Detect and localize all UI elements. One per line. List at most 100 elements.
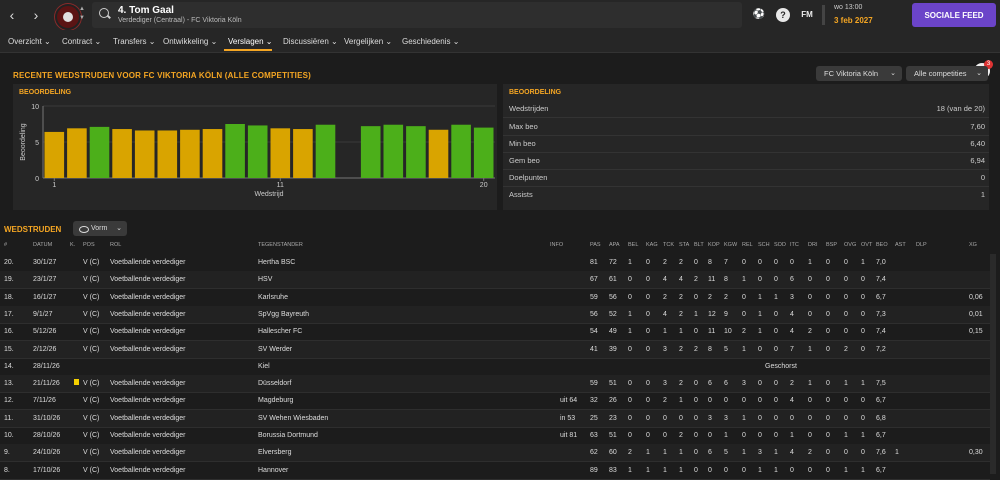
stat-cell: 7 bbox=[724, 259, 728, 266]
column-header-21[interactable]: BSP bbox=[826, 242, 837, 248]
column-header-14[interactable]: KOP bbox=[708, 242, 720, 248]
column-header-11[interactable]: TCK bbox=[663, 242, 674, 248]
stat-cell: 1 bbox=[742, 345, 746, 353]
column-header-16[interactable]: REL bbox=[742, 242, 753, 248]
column-header-13[interactable]: BLT bbox=[694, 242, 704, 248]
column-header-0[interactable]: # bbox=[4, 242, 7, 248]
column-header-18[interactable]: SOD bbox=[774, 242, 786, 248]
column-header-6[interactable]: INFO bbox=[550, 242, 563, 248]
help-icon[interactable]: ? bbox=[776, 8, 790, 22]
table-row[interactable]: 18. 16/1/27 V (C) Voetballende verdediger Ka… bbox=[0, 289, 990, 307]
column-header-8[interactable]: APA bbox=[609, 242, 620, 248]
column-header-3[interactable]: POS bbox=[83, 242, 95, 248]
club-crest-icon[interactable] bbox=[55, 4, 81, 30]
football-icon[interactable]: ⚽ bbox=[752, 8, 766, 22]
chevron-right-icon[interactable]: › bbox=[26, 4, 46, 26]
cycle-player-arrows-icon[interactable]: ▲ ▼ bbox=[79, 5, 85, 23]
opponent-link[interactable]: Borussia Dortmund bbox=[258, 432, 318, 439]
table-row[interactable]: 13. 21/11/26 V (C) Voetballende verdediger D… bbox=[0, 375, 990, 394]
table-row[interactable]: 16. 5/12/26 V (C) Voetballende verdediger Ha… bbox=[0, 323, 990, 342]
opponent-link[interactable]: SV Wehen Wiesbaden bbox=[258, 415, 328, 422]
menu-discussieren[interactable]: Discussiëren ⌄ bbox=[283, 37, 338, 46]
menu-transfers[interactable]: Transfers ⌄ bbox=[113, 37, 155, 46]
opponent-link[interactable]: SV Werder bbox=[258, 346, 292, 353]
menu-verslagen[interactable]: Verslagen ⌄ bbox=[228, 37, 273, 46]
match-role: Voetballende verdediger bbox=[110, 293, 186, 301]
stat-cell: 89 bbox=[590, 466, 598, 474]
table-row[interactable]: 20. 30/1/27 V (C) Voetballende verdediger He… bbox=[0, 254, 990, 272]
table-row[interactable]: 17. 9/1/27 V (C) Voetballende verdediger SpV… bbox=[0, 305, 990, 324]
search-icon[interactable] bbox=[99, 8, 109, 18]
table-row[interactable]: 15. 2/12/26 V (C) Voetballende verdediger SV… bbox=[0, 340, 990, 359]
table-row[interactable]: 9. 24/10/26 V (C) Voetballende verdediger El… bbox=[0, 444, 990, 463]
stat-cell: 2 bbox=[679, 345, 683, 353]
stat-cell: 0 bbox=[826, 466, 830, 474]
opponent-link[interactable]: Hertha BSC bbox=[258, 259, 295, 266]
bar-match-3 bbox=[89, 126, 110, 178]
table-row[interactable]: 10. 28/10/26 V (C) Voetballende verdediger B… bbox=[0, 427, 990, 445]
menu-geschiedenis[interactable]: Geschiedenis ⌄ bbox=[402, 37, 459, 46]
menu-ontwikkeling[interactable]: Ontwikkeling ⌄ bbox=[163, 37, 217, 46]
table-row[interactable]: 12. 7/11/26 V (C) Voetballende verdediger Ma… bbox=[0, 392, 990, 411]
table-row[interactable]: 11. 31/10/26 V (C) Voetballende verdediger S… bbox=[0, 409, 990, 428]
match-date: 21/11/26 bbox=[33, 380, 60, 388]
club-dropdown[interactable]: FC Viktoria Köln ⌄ bbox=[816, 66, 902, 81]
fm-logo-icon[interactable]: FM bbox=[798, 8, 816, 22]
row-number: 9. bbox=[4, 449, 10, 457]
table-row[interactable]: 19. 23/1/27 V (C) Voetballende verdediger HS… bbox=[0, 271, 990, 290]
social-feed-button[interactable]: SOCIALE FEED bbox=[912, 3, 996, 27]
stat-cell: 0 bbox=[646, 310, 650, 318]
column-header-17[interactable]: SCH bbox=[758, 242, 770, 248]
table-scrollbar[interactable] bbox=[990, 254, 996, 474]
opponent-link[interactable]: Hallescher FC bbox=[258, 328, 302, 335]
column-header-1[interactable]: DATUM bbox=[33, 242, 52, 248]
opponent-link[interactable]: Hannover bbox=[258, 467, 288, 474]
stat-cell: 6 bbox=[708, 449, 712, 457]
opponent-link[interactable]: Düsseldorf bbox=[258, 380, 291, 387]
competition-dropdown[interactable]: Alle competities ⌄ bbox=[906, 66, 988, 81]
column-header-19[interactable]: ITC bbox=[790, 242, 799, 248]
table-row[interactable]: 14. 28/11/26 Kiel Geschorst bbox=[0, 358, 990, 376]
menu-contract[interactable]: Contract ⌄ bbox=[62, 37, 101, 46]
stat-cell: 52 bbox=[609, 310, 617, 318]
stat-cell: 0 bbox=[790, 414, 794, 422]
opponent-link[interactable]: Kiel bbox=[258, 363, 270, 370]
column-header-24[interactable]: BEO bbox=[876, 242, 888, 248]
match-date: 30/1/27 bbox=[33, 259, 57, 266]
column-header-22[interactable]: OVG bbox=[844, 242, 856, 248]
opponent-link[interactable]: HSV bbox=[258, 276, 272, 283]
stat-cell: 2 bbox=[679, 432, 683, 439]
opponent-link[interactable]: SpVgg Bayreuth bbox=[258, 311, 309, 318]
chevron-left-icon[interactable]: ‹ bbox=[2, 4, 22, 26]
column-header-26[interactable]: DLP bbox=[916, 242, 927, 248]
column-header-23[interactable]: OVT bbox=[861, 242, 872, 248]
column-header-12[interactable]: STA bbox=[679, 242, 689, 248]
opponent-link[interactable]: Elversberg bbox=[258, 449, 291, 456]
match-note: Geschorst bbox=[765, 362, 797, 370]
game-clock[interactable]: wo 13:00 3 feb 2027 bbox=[822, 3, 902, 27]
column-header-4[interactable]: ROL bbox=[110, 242, 121, 248]
column-header-7[interactable]: PAS bbox=[590, 242, 601, 248]
column-header-5[interactable]: TEGENSTANDER bbox=[258, 242, 303, 248]
stat-cell: 8 bbox=[708, 345, 712, 353]
table-row[interactable]: 8. 17/10/26 V (C) Voetballende verdediger Ha… bbox=[0, 462, 990, 480]
stat-cell: 0 bbox=[758, 380, 762, 388]
view-dropdown[interactable]: Vorm ⌄ bbox=[73, 221, 127, 236]
menu-vergelijken[interactable]: Vergelijken ⌄ bbox=[344, 37, 392, 46]
column-header-25[interactable]: AST bbox=[895, 242, 906, 248]
stat-cell: 0 bbox=[774, 380, 778, 388]
opponent-link[interactable]: Magdeburg bbox=[258, 397, 293, 404]
column-header-9[interactable]: BEL bbox=[628, 242, 638, 248]
sub-navigation: Overzicht ⌄ Contract ⌄ Transfers ⌄ Ontwi… bbox=[0, 30, 1000, 79]
column-header-10[interactable]: KAG bbox=[646, 242, 658, 248]
menu-overzicht[interactable]: Overzicht ⌄ bbox=[8, 37, 51, 46]
bar-match-12 bbox=[293, 129, 313, 178]
stat-cell: 0 bbox=[646, 414, 650, 422]
column-header-20[interactable]: DRI bbox=[808, 242, 817, 248]
column-header-2[interactable]: K. bbox=[70, 242, 75, 248]
stat-cell: 2 bbox=[724, 293, 728, 301]
column-header-15[interactable]: KGW bbox=[724, 242, 737, 248]
stat-cell: 0 bbox=[663, 414, 667, 422]
column-header-27[interactable]: XG bbox=[969, 242, 977, 248]
opponent-link[interactable]: Karlsruhe bbox=[258, 294, 288, 301]
